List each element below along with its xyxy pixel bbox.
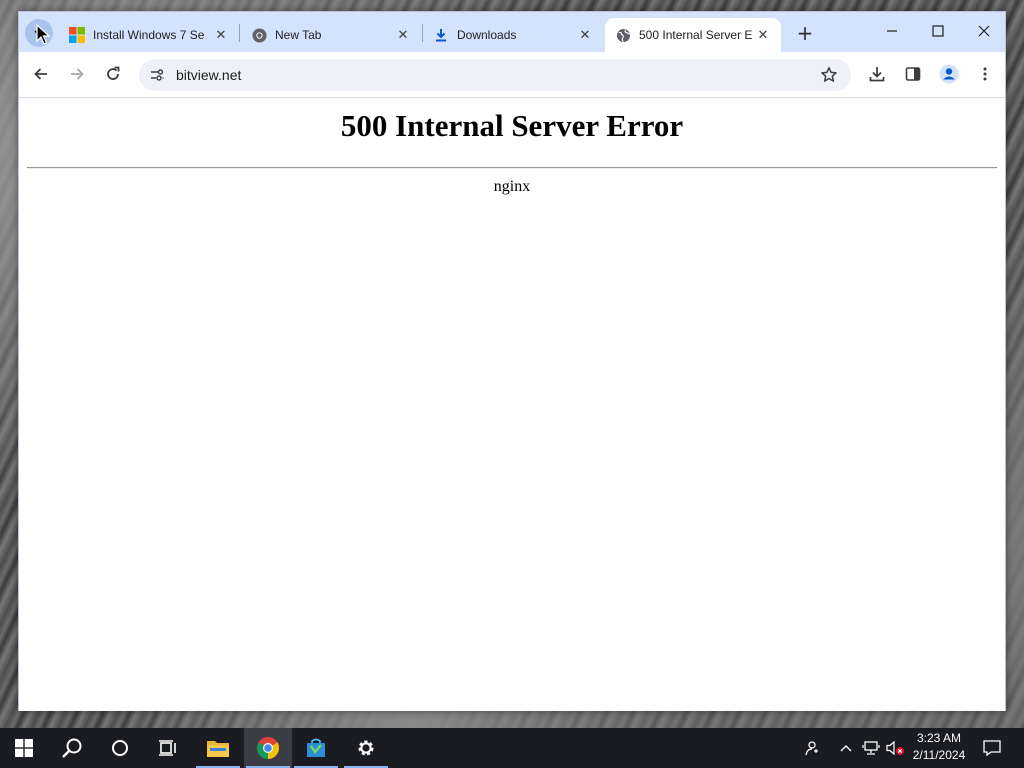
close-icon[interactable]: ✕: [395, 27, 411, 43]
network-icon: [862, 741, 880, 755]
tab-title: 500 Internal Server E: [639, 28, 753, 42]
reload-icon: [107, 66, 120, 80]
file-explorer-button[interactable]: [194, 728, 242, 768]
task-view-icon: [159, 740, 176, 756]
download-icon: [869, 67, 885, 82]
browser-window: Install Windows 7 Se ✕ New Tab ✕ Downloa…: [18, 11, 1006, 711]
chrome-logo-icon: [251, 27, 267, 43]
url-text: bitview.net: [176, 67, 242, 83]
tab-title: Downloads: [457, 28, 517, 42]
search-icon: [62, 738, 82, 758]
site-info-icon[interactable]: [147, 65, 167, 85]
notifications-button[interactable]: [978, 728, 1006, 768]
gear-icon: [358, 740, 374, 756]
network-button[interactable]: [860, 728, 882, 768]
browser-toolbar: bitview.net: [19, 52, 1005, 98]
system-clock[interactable]: 3:23 AM 2/11/2024: [904, 730, 974, 766]
show-hidden-icons-button[interactable]: [836, 728, 856, 768]
close-icon[interactable]: ✕: [213, 27, 229, 43]
windows-logo-icon: [15, 739, 33, 757]
people-icon: [805, 741, 818, 756]
search-button[interactable]: [48, 728, 96, 768]
arrow-right-icon: [71, 68, 84, 80]
close-icon[interactable]: ✕: [577, 27, 593, 43]
cortana-icon: [112, 740, 128, 756]
clock-date: 2/11/2024: [912, 748, 966, 762]
new-tab-button[interactable]: +: [794, 21, 816, 45]
divider: [27, 167, 997, 169]
profile-avatar-icon: [939, 64, 959, 84]
globe-icon: [615, 27, 631, 43]
task-view-button[interactable]: [144, 728, 192, 768]
store-bag-icon: [307, 738, 325, 757]
mouse-cursor-icon: [36, 24, 50, 45]
chevron-up-icon: [840, 745, 852, 752]
tab-title: Install Windows 7 Se: [93, 28, 205, 42]
settings-button[interactable]: [342, 728, 390, 768]
people-button[interactable]: [798, 728, 824, 768]
reload-button[interactable]: [99, 60, 127, 88]
volume-button[interactable]: [884, 728, 906, 768]
microsoft-logo-icon: [69, 27, 85, 43]
minimize-button[interactable]: [869, 12, 915, 50]
forward-button[interactable]: [63, 60, 91, 88]
side-panel-icon: [905, 67, 921, 81]
tab-downloads[interactable]: Downloads ✕: [423, 18, 603, 52]
chrome-logo-icon: [257, 737, 279, 759]
tab-separator: [239, 24, 240, 42]
profile-button[interactable]: [935, 60, 963, 88]
cortana-button[interactable]: [96, 728, 144, 768]
notification-icon: [983, 740, 1001, 756]
minimize-icon: [887, 30, 897, 32]
tab-500-error[interactable]: 500 Internal Server E ✕: [605, 18, 781, 52]
address-bar[interactable]: bitview.net: [139, 59, 851, 91]
volume-muted-icon: [886, 740, 904, 756]
arrow-left-icon: [34, 68, 47, 80]
close-window-button[interactable]: [961, 12, 1007, 50]
page-content: 500 Internal Server Error nginx: [19, 99, 1005, 711]
tab-install-windows[interactable]: Install Windows 7 Se ✕: [59, 18, 239, 52]
bookmark-star-icon[interactable]: [819, 65, 839, 85]
folder-icon: [207, 741, 229, 757]
tab-title: New Tab: [275, 28, 322, 42]
taskbar: 3:23 AM 2/11/2024: [0, 728, 1024, 768]
clock-time: 3:23 AM: [916, 731, 962, 745]
start-button[interactable]: [0, 728, 48, 768]
tab-new-tab[interactable]: New Tab ✕: [241, 18, 421, 52]
chrome-taskbar-button[interactable]: [244, 728, 292, 768]
menu-button[interactable]: [971, 60, 999, 88]
store-button[interactable]: [292, 728, 340, 768]
error-heading: 500 Internal Server Error: [340, 108, 684, 143]
tab-strip: Install Windows 7 Se ✕ New Tab ✕ Downloa…: [19, 12, 1005, 52]
maximize-button[interactable]: [915, 12, 961, 50]
close-icon: [978, 25, 990, 37]
download-icon: [433, 27, 449, 43]
close-icon[interactable]: ✕: [755, 27, 771, 43]
maximize-icon: [932, 25, 944, 37]
side-panel-button[interactable]: [899, 60, 927, 88]
more-vertical-icon: [983, 67, 987, 81]
server-name: nginx: [493, 178, 531, 195]
back-button[interactable]: [27, 60, 55, 88]
downloads-button[interactable]: [863, 60, 891, 88]
